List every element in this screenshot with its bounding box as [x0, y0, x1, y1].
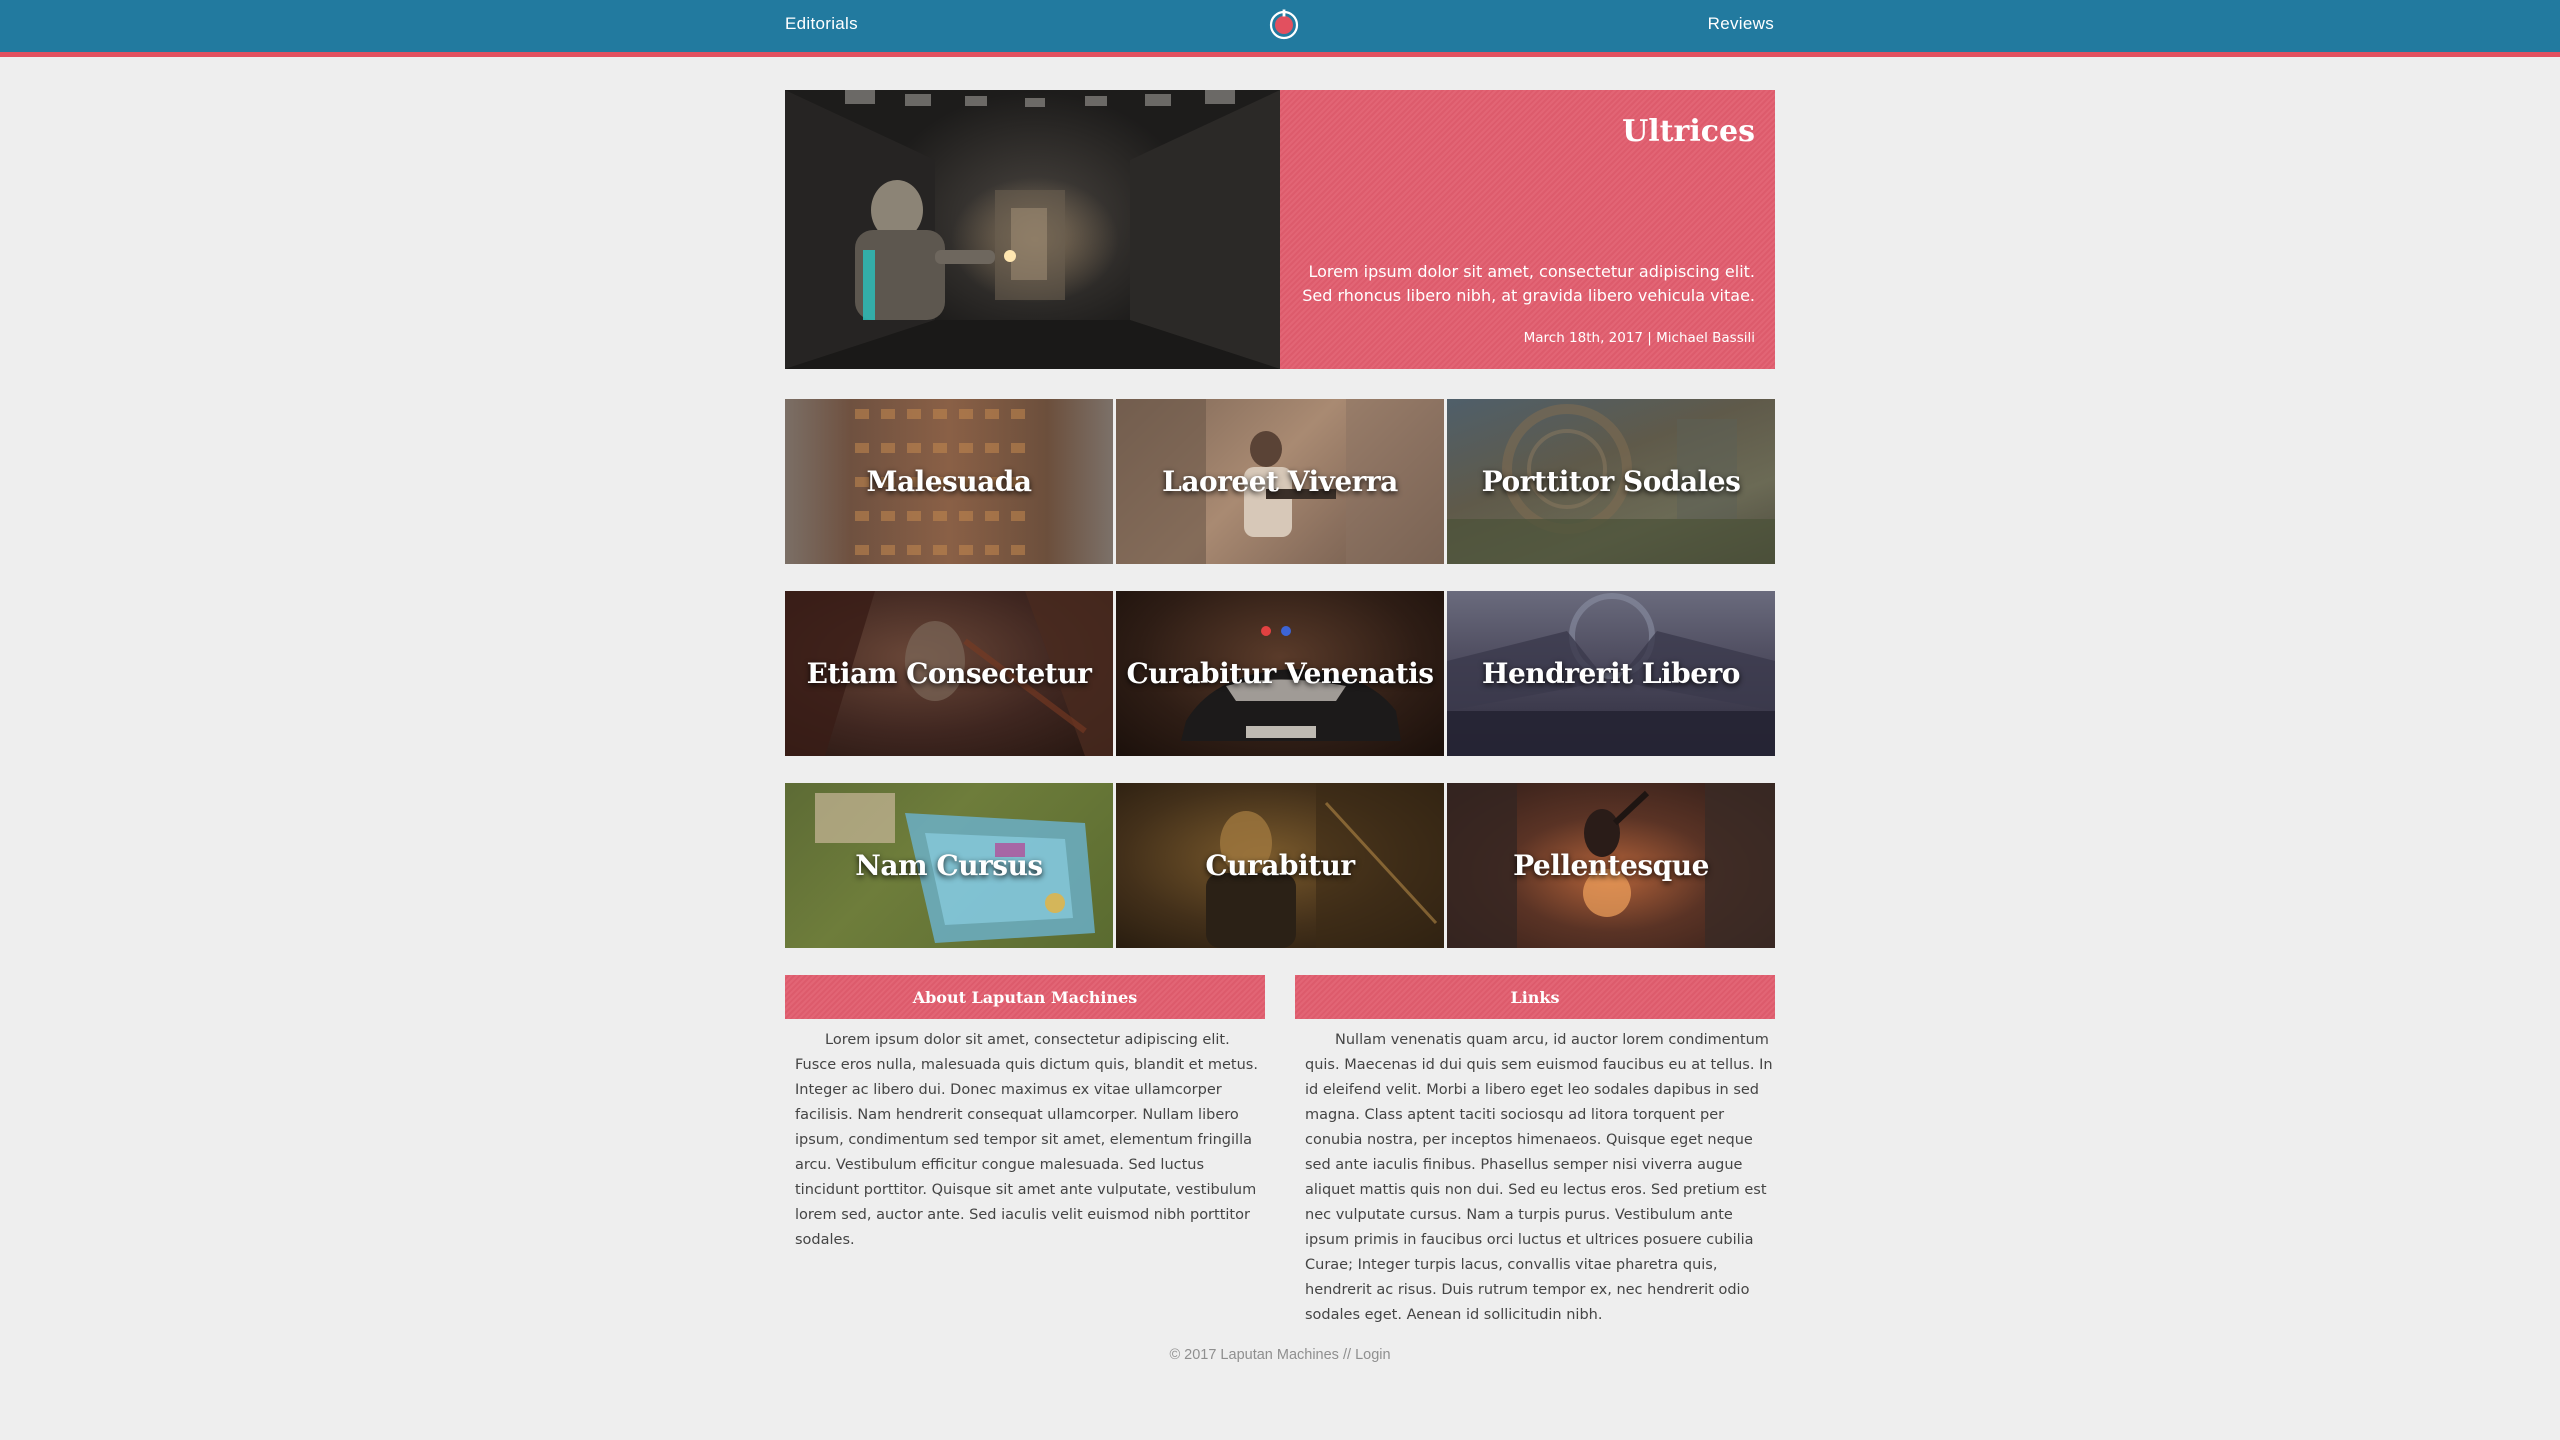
- tile-title[interactable]: Porttitor Sodales: [1447, 399, 1775, 564]
- article-tile[interactable]: Etiam Consectetur: [785, 591, 1113, 756]
- tile-title[interactable]: Nam Cursus: [785, 783, 1113, 948]
- tile-title[interactable]: Malesuada: [785, 399, 1113, 564]
- header-accent-stripe: [0, 52, 2560, 57]
- featured-article-image[interactable]: [785, 90, 1280, 369]
- nav-editorials-link[interactable]: Editorials: [785, 14, 858, 34]
- article-tile[interactable]: Laoreet Viverra: [1116, 399, 1444, 564]
- featured-article-excerpt: Lorem ipsum dolor sit amet, consectetur …: [1302, 262, 1755, 305]
- featured-scene-illustration: [785, 90, 1280, 369]
- featured-article-meta: March 18th, 2017 | Michael Bassili: [1523, 330, 1755, 346]
- tile-title[interactable]: Etiam Consectetur: [785, 591, 1113, 756]
- links-body: Nullam venenatis quam arcu, id auctor lo…: [1305, 1032, 1773, 1323]
- article-tile[interactable]: Nam Cursus: [785, 783, 1113, 948]
- article-tile[interactable]: Malesuada: [785, 399, 1113, 564]
- article-tile[interactable]: Hendrerit Libero: [1447, 591, 1775, 756]
- featured-article-title[interactable]: Ultrices: [1622, 114, 1755, 149]
- tile-title[interactable]: Pellentesque: [1447, 783, 1775, 948]
- circle-logo-icon[interactable]: [1268, 9, 1300, 41]
- article-tile[interactable]: Curabitur Venenatis: [1116, 591, 1444, 756]
- about-heading: About Laputan Machines: [785, 975, 1265, 1019]
- links-heading: Links: [1295, 975, 1775, 1019]
- tile-title[interactable]: Laoreet Viverra: [1116, 399, 1444, 564]
- tile-title[interactable]: Hendrerit Libero: [1447, 591, 1775, 756]
- article-tile[interactable]: Pellentesque: [1447, 783, 1775, 948]
- footer-copyright: © 2017 Laputan Machines //: [1169, 1347, 1352, 1363]
- tile-title[interactable]: Curabitur Venenatis: [1116, 591, 1444, 756]
- footer-login-link[interactable]: Login: [1355, 1347, 1390, 1363]
- tile-title[interactable]: Curabitur: [1116, 783, 1444, 948]
- top-nav-bar: Editorials Reviews: [0, 0, 2560, 52]
- nav-reviews-link[interactable]: Reviews: [1708, 14, 1774, 34]
- article-tile[interactable]: Curabitur: [1116, 783, 1444, 948]
- featured-article[interactable]: Ultrices Lorem ipsum dolor sit amet, con…: [785, 90, 1775, 369]
- featured-article-panel[interactable]: Ultrices Lorem ipsum dolor sit amet, con…: [1280, 90, 1775, 369]
- footer: © 2017 Laputan Machines // Login: [0, 1347, 2560, 1363]
- article-tile[interactable]: Porttitor Sodales: [1447, 399, 1775, 564]
- about-body: Lorem ipsum dolor sit amet, consectetur …: [795, 1032, 1258, 1248]
